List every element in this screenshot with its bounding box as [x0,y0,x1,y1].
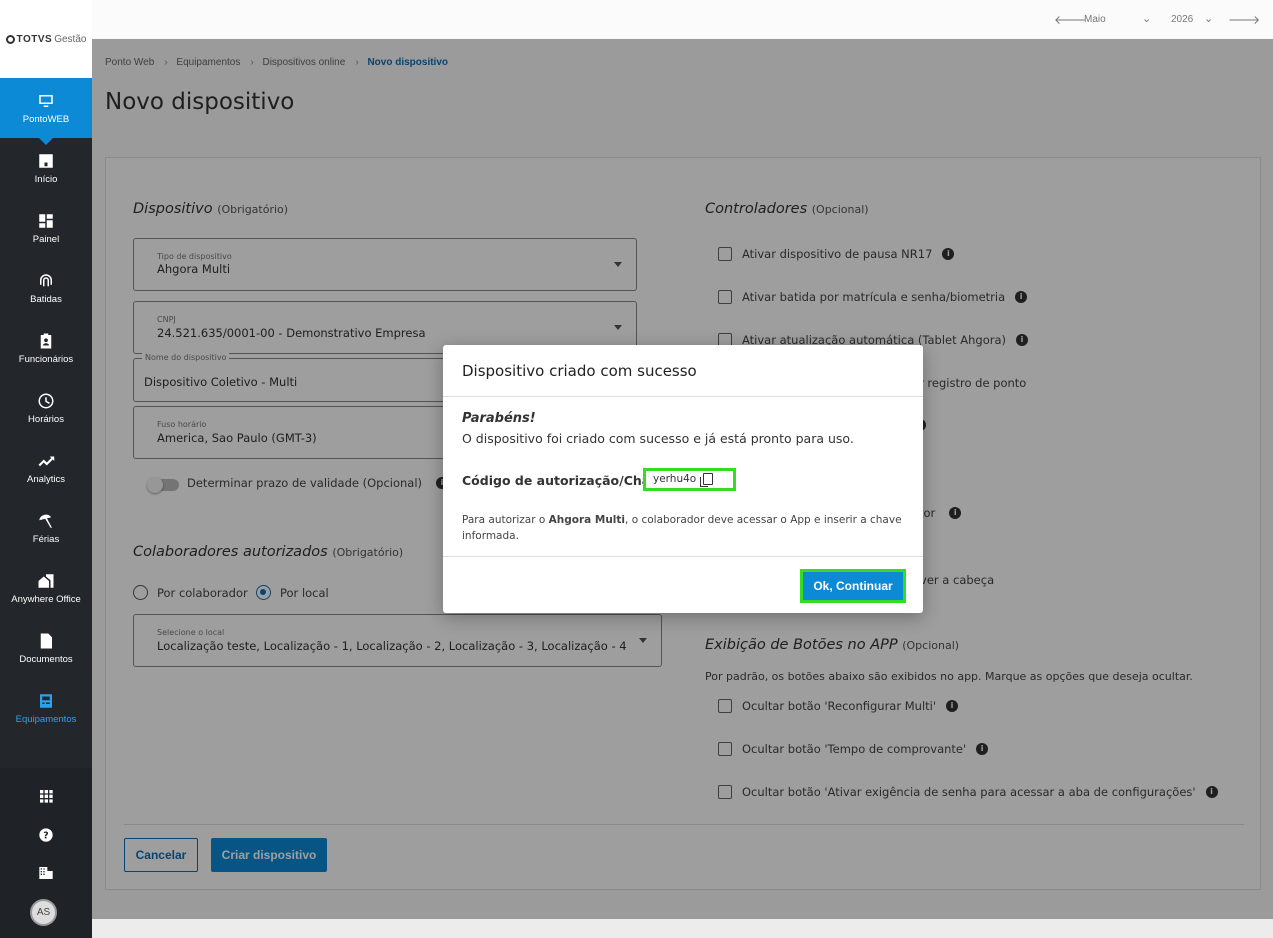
sidebar-item-anywhere-office[interactable]: Anywhere Office [0,558,92,618]
sidebar-item-batidas[interactable]: Batidas [0,258,92,318]
clock-icon [38,393,54,408]
sidebar-item-label: Férias [32,533,60,545]
sidebar-item-horarios[interactable]: Horários [0,378,92,438]
sidebar-item-label: Painel [32,233,60,245]
month-select[interactable]: Maio [1084,14,1106,25]
sidebar-item-funcionarios[interactable]: Funcionários [0,318,92,378]
sidebar-item-inicio[interactable]: Início [0,138,92,198]
brand-logo: TOTVS Gestão [0,0,92,78]
footer-bar [92,919,1273,938]
dashboard-icon [39,213,53,228]
sidebar-item-painel[interactable]: Painel [0,198,92,258]
sidebar-footer: ? AS [0,768,92,938]
help-icon[interactable]: ? [0,827,92,847]
home-work-icon [38,573,54,588]
dialog-congrats: Parabéns! [462,411,536,426]
sidebar-item-label: Funcionários [18,353,74,365]
auth-code-label: Código de autorização/Chave: [462,473,672,488]
sidebar-item-label: Documentos [19,653,73,665]
sidebar-module-pontoweb[interactable]: PontoWEB [0,78,92,145]
monitor-icon [39,94,53,107]
arrow-right-icon[interactable]: 🡒 [1228,12,1260,27]
home-icon [39,153,53,168]
note-prefix: Para autorizar o [462,514,549,526]
top-bar: 🡐 Maio ⌄ 2026 ⌄ 🡒 [92,0,1273,39]
sidebar: TOTVS Gestão PontoWEB Início Painel Bati… [0,0,92,938]
year-select[interactable]: 2026 [1171,14,1193,25]
sidebar-item-analytics[interactable]: Analytics [0,438,92,498]
trending-up-icon [38,456,55,466]
brand-suffix: Gestão [54,33,87,45]
dialog-title: Dispositivo criado com sucesso [462,362,697,380]
sidebar-item-equipamentos[interactable]: Equipamentos [0,678,92,738]
sidebar-item-documentos[interactable]: Documentos [0,618,92,678]
avatar[interactable]: AS [30,899,57,926]
dialog-message: O dispositivo foi criado com sucesso e j… [462,431,854,446]
divider [443,556,923,557]
beach-umbrella-icon [39,514,52,528]
arrow-left-icon[interactable]: 🡐 [1054,12,1086,27]
equipment-icon [40,693,52,708]
ok-continue-button[interactable]: Ok, Continuar [800,569,906,603]
chevron-down-icon[interactable]: ⌄ [1204,12,1213,25]
apps-grid-icon[interactable] [0,788,92,808]
badge-icon [40,333,52,348]
dialog-note: Para autorizar o Ahgora Multi, o colabor… [462,512,912,544]
note-device: Ahgora Multi [548,514,626,526]
svg-text:?: ? [43,830,48,841]
sidebar-item-label: Equipamentos [15,713,77,725]
document-icon [40,633,52,648]
sidebar-item-label: Início [34,173,58,185]
sidebar-item-label: Batidas [30,293,62,305]
fingerprint-icon [40,273,52,286]
chevron-down-icon[interactable]: ⌄ [1142,12,1151,25]
copy-icon[interactable] [700,473,713,487]
sidebar-item-label: Analytics [26,473,65,485]
divider [443,396,923,397]
success-dialog: Dispositivo criado com sucesso Parabéns!… [443,345,923,613]
auth-code-field[interactable]: yerhu4o [643,468,736,491]
company-icon[interactable] [0,865,92,885]
sidebar-module-label: PontoWEB [22,113,70,125]
totvs-logo-icon [5,34,15,44]
brand-name: TOTVS [16,33,53,45]
sidebar-item-ferias[interactable]: Férias [0,498,92,558]
sidebar-item-label: Anywhere Office [11,593,81,605]
sidebar-item-label: Horários [28,413,64,425]
auth-code-value: yerhu4o [653,473,697,485]
